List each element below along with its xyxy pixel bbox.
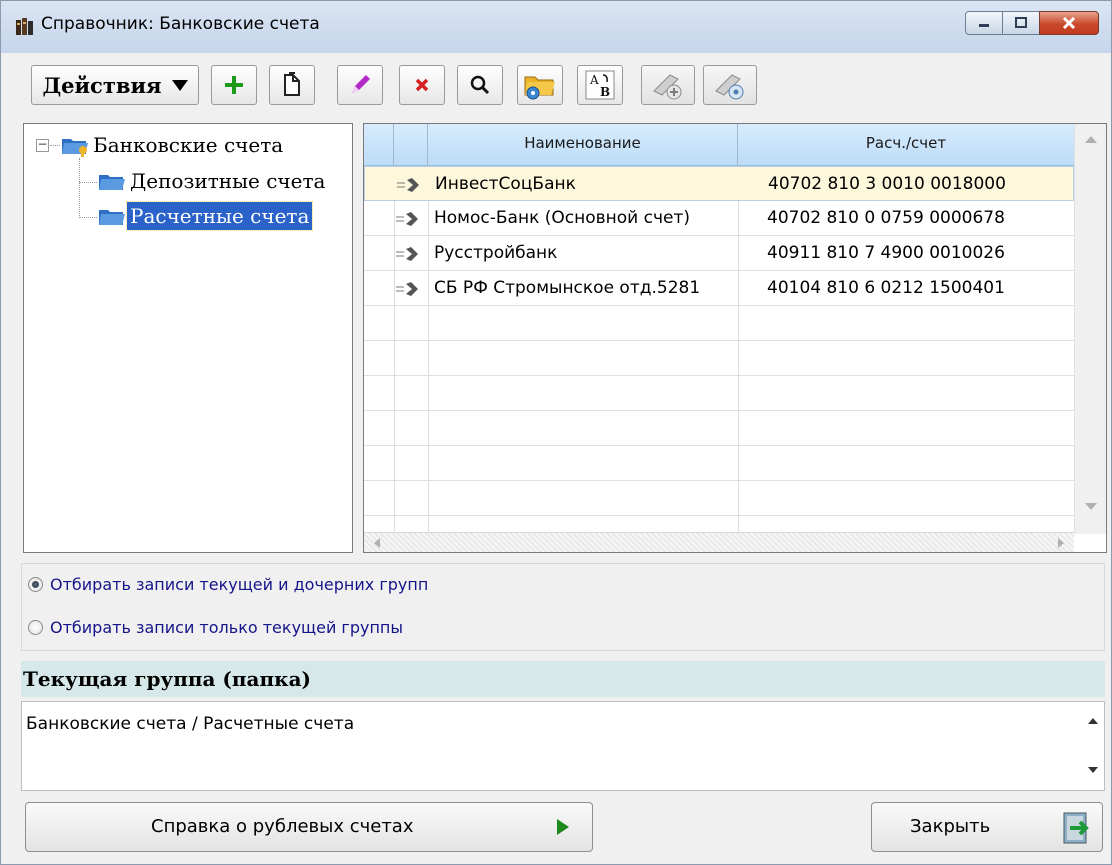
table-row[interactable]: Русстройбанк 40911 810 7 4900 0010026 — [364, 236, 1074, 271]
sort-ab-icon: AB — [585, 70, 615, 100]
minimize-button[interactable] — [965, 11, 1003, 35]
tree-item-root[interactable]: Банковские счета — [60, 130, 286, 160]
minimize-icon — [979, 24, 989, 27]
grid-header: Наименование Расч./счет — [364, 124, 1074, 166]
maximize-icon — [1015, 17, 1027, 28]
header-icon-col — [394, 124, 428, 166]
edit-button[interactable] — [337, 65, 383, 105]
record-icon — [396, 212, 418, 226]
copy-button[interactable] — [269, 65, 315, 105]
filter-options-panel: Отбирать записи текущей и дочерних групп… — [21, 563, 1105, 651]
cell-name: Номос-Банк (Основной счет) — [434, 208, 691, 228]
current-group-field[interactable]: Банковские счета / Расчетные счета — [21, 701, 1105, 791]
window-title: Справочник: Банковские счета — [41, 14, 320, 34]
delete-button[interactable] — [399, 65, 445, 105]
maximize-button[interactable] — [1002, 11, 1040, 35]
group-tree[interactable]: − Банковские счета Депозитные счета Расч… — [23, 123, 353, 553]
empty-row — [364, 306, 1074, 341]
collapse-icon[interactable]: − — [36, 138, 49, 152]
delete-icon — [415, 78, 429, 92]
horizontal-scrollbar[interactable] — [364, 532, 1074, 552]
close-icon — [1062, 16, 1076, 30]
tree-item-settlement[interactable]: Расчетные счета — [97, 201, 314, 231]
edit-icon — [352, 75, 370, 93]
ruble-accounts-info-button[interactable]: Справка о рублевых счетах — [25, 802, 593, 852]
current-group-path: Банковские счета / Расчетные счета — [26, 714, 355, 734]
close-button-label: Закрыть — [910, 816, 991, 837]
column-header-name[interactable]: Наименование — [428, 124, 738, 166]
copy-icon — [284, 72, 300, 96]
exit-door-icon — [1063, 812, 1089, 844]
cell-account: 40702 810 0 0759 0000678 — [767, 208, 1005, 228]
empty-row — [364, 446, 1074, 481]
folder-icon — [99, 175, 125, 190]
accounts-grid[interactable]: Наименование Расч./счет ИнвестСоцБанк 40… — [363, 123, 1107, 553]
empty-row — [364, 376, 1074, 411]
window: Справочник: Банковские счета Действия A … — [0, 0, 1112, 865]
cell-account: 40104 810 6 0212 1500401 — [767, 278, 1005, 298]
scroll-up-icon — [1088, 718, 1098, 724]
filter-option-children[interactable]: Отбирать записи текущей и дочерних групп — [28, 575, 428, 594]
empty-row — [364, 341, 1074, 376]
record-icon — [396, 247, 418, 261]
books-icon — [16, 18, 33, 35]
close-window-button[interactable] — [1039, 11, 1099, 35]
tree-label-deposit: Депозитные счета — [130, 169, 326, 193]
scroll-right-icon — [1058, 538, 1064, 548]
title-bar: Справочник: Банковские счета — [1, 1, 1111, 53]
tree-item-deposit[interactable]: Депозитные счета — [97, 166, 328, 196]
actions-menu-button[interactable]: Действия — [31, 65, 199, 105]
folder-settings-icon — [524, 76, 555, 100]
dropdown-arrow-icon — [171, 79, 188, 91]
close-button[interactable]: Закрыть — [871, 802, 1103, 852]
info-button-label: Справка о рублевых счетах — [151, 816, 414, 837]
record-settings-icon — [715, 74, 744, 100]
empty-row — [364, 411, 1074, 446]
scroll-left-icon — [374, 538, 380, 548]
sort-button[interactable]: AB — [577, 65, 623, 105]
radio-button[interactable] — [28, 620, 43, 635]
record-icon — [397, 178, 419, 192]
grid-body: ИнвестСоцБанк 40702 810 3 0010 0018000 Н… — [364, 166, 1074, 534]
actions-label: Действия — [42, 72, 162, 98]
table-row[interactable]: ИнвестСоцБанк 40702 810 3 0010 0018000 — [364, 166, 1074, 201]
filter-option-current-label: Отбирать записи только текущей группы — [50, 618, 404, 637]
svg-text:A: A — [589, 73, 599, 87]
toolbar: Действия AB — [1, 53, 1111, 121]
table-row[interactable]: Номос-Банк (Основной счет) 40702 810 0 0… — [364, 201, 1074, 236]
add-record-button[interactable] — [641, 65, 695, 105]
tree-label-root: Банковские счета — [93, 133, 284, 157]
folder-icon — [99, 210, 125, 225]
add-button[interactable] — [211, 65, 257, 105]
empty-row — [364, 481, 1074, 516]
group-field-scrollbar[interactable] — [1082, 702, 1104, 790]
add-record-icon — [653, 74, 682, 100]
column-header-account[interactable]: Расч./счет — [738, 124, 1074, 166]
add-icon — [225, 76, 243, 94]
vertical-scrollbar[interactable] — [1074, 124, 1106, 534]
tree-label-settlement: Расчетные счета — [125, 201, 314, 231]
play-arrow-icon — [557, 819, 569, 835]
cell-name: ИнвестСоцБанк — [435, 174, 576, 194]
search-icon — [470, 75, 490, 95]
cell-account: 40911 810 7 4900 0010026 — [767, 243, 1005, 263]
folder-key-icon — [62, 139, 88, 157]
header-indicator — [364, 124, 394, 166]
cell-name: СБ РФ Стромынское отд.5281 — [434, 278, 701, 298]
cell-name: Русстройбанк — [434, 243, 558, 263]
search-button[interactable] — [457, 65, 503, 105]
folder-settings-button[interactable] — [517, 65, 563, 105]
record-icon — [396, 282, 418, 296]
scroll-up-icon — [1085, 136, 1097, 143]
scroll-down-icon — [1085, 503, 1097, 510]
scroll-down-icon — [1088, 767, 1098, 773]
record-settings-button[interactable] — [703, 65, 757, 105]
filter-option-current[interactable]: Отбирать записи только текущей группы — [28, 618, 403, 637]
svg-text:B: B — [600, 85, 610, 99]
table-row[interactable]: СБ РФ Стромынское отд.5281 40104 810 6 0… — [364, 271, 1074, 306]
current-group-header: Текущая группа (папка) — [21, 661, 1105, 697]
cell-account: 40702 810 3 0010 0018000 — [768, 174, 1006, 194]
radio-button[interactable] — [28, 577, 43, 592]
filter-option-children-label: Отбирать записи текущей и дочерних групп — [50, 575, 429, 594]
